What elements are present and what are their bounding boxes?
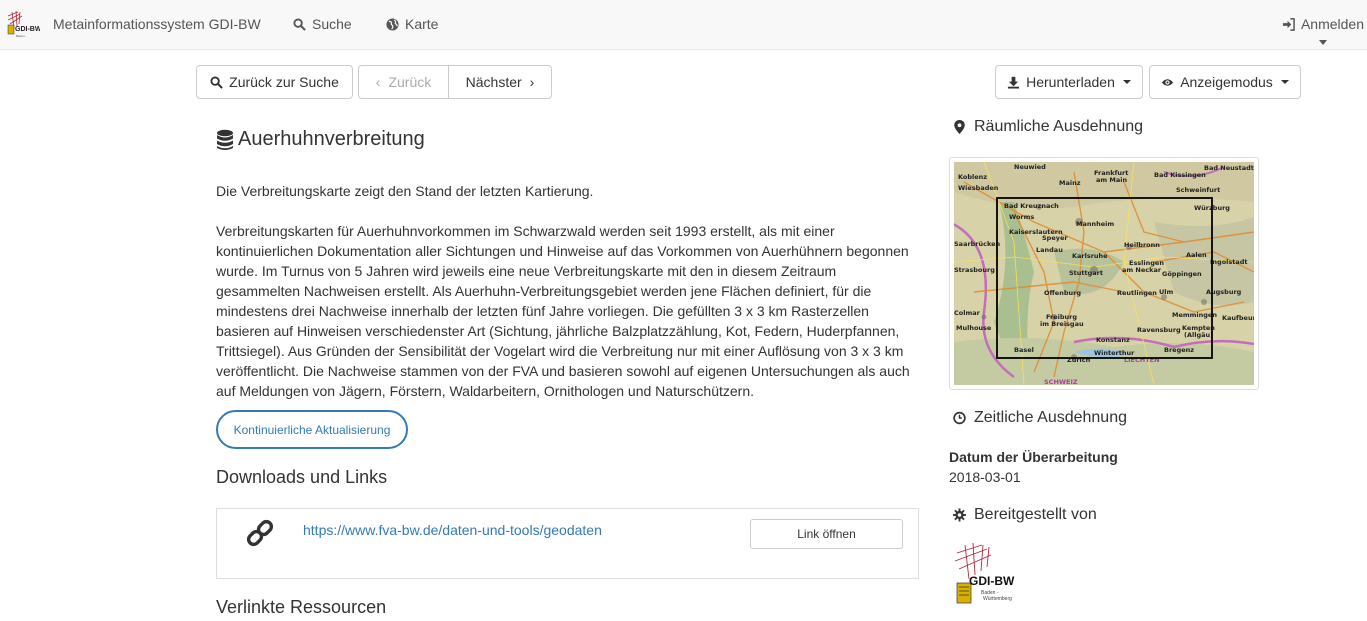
globe-icon [386,17,399,31]
search-icon [210,75,223,89]
svg-text:Konstanz: Konstanz [1096,336,1130,344]
svg-text:Colmar: Colmar [954,309,981,317]
display-mode-label: Anzeigemodus [1180,74,1273,90]
svg-text:Strasbourg: Strasbourg [954,266,995,274]
clock-icon [953,411,966,425]
extent-map-image: Neuwied Koblenz Frankfurt am Main Wiesba… [954,162,1254,385]
pager-group: ‹ Zurück Nächster › [358,65,552,99]
svg-text:Koblenz: Koblenz [958,173,987,181]
svg-text:Ingolstadt: Ingolstadt [1210,258,1248,266]
download-link-url[interactable]: https://www.fva-bw.de/daten-und-tools/ge… [303,522,602,538]
svg-text:Landau: Landau [1036,246,1063,254]
svg-text:Basel: Basel [1014,346,1034,354]
caret-down-icon [1280,80,1289,84]
search-icon [293,17,306,31]
svg-text:Mainz: Mainz [1059,179,1081,187]
prev-record-button[interactable]: ‹ Zurück [359,66,449,98]
svg-text:GDI-BW: GDI-BW [969,574,1015,588]
svg-text:Göppingen: Göppingen [1162,270,1202,278]
download-label: Herunterladen [1026,74,1115,90]
provider-label: Bereitgestellt von [974,506,1097,523]
svg-text:Bad Kreuznach: Bad Kreuznach [1004,202,1059,210]
record-title: Auerhuhnverbreitung [238,128,425,150]
svg-text:am Main: am Main [1096,176,1128,184]
svg-text:Kaufbeuren: Kaufbeuren [1222,314,1254,322]
svg-text:SCHWEIZ: SCHWEIZ [1044,378,1078,385]
download-button[interactable]: Herunterladen [995,65,1143,99]
svg-text:Bregenz: Bregenz [1164,346,1194,354]
svg-text:Mannheim: Mannheim [1076,220,1114,228]
login-caret-icon[interactable] [1319,40,1327,45]
svg-text:im Breisgau: im Breisgau [1040,320,1084,328]
temporal-extent-label: Zeitliche Ausdehnung [974,409,1127,426]
display-mode-button[interactable]: Anzeigemodus [1149,65,1301,99]
database-icon [217,129,233,150]
svg-text:Worms: Worms [1009,213,1034,221]
revision-date-label: Datum der Überarbeitung [949,449,1118,465]
provider-heading: Bereitgestellt von [953,506,1097,524]
download-icon [1008,76,1020,89]
revision-date-value: 2018-03-01 [949,469,1021,485]
chevron-left-icon: ‹ [375,74,381,90]
next-label: Nächster [465,74,522,90]
spatial-extent-map[interactable]: Neuwied Koblenz Frankfurt am Main Wiesba… [949,157,1259,390]
record-description: Verbreitungskarten für Auerhuhnvorkommen… [216,223,910,399]
svg-text:Aalen: Aalen [1186,251,1207,259]
next-record-button[interactable]: Nächster › [449,66,551,98]
nav-login[interactable]: Anmelden [1282,16,1364,32]
svg-text:Memmingen: Memmingen [1172,311,1217,319]
spatial-extent-label: Räumliche Ausdehnung [974,118,1144,135]
map-marker-icon [954,120,965,134]
provider-logo[interactable]: GDI-BW Baden - Württemberg [947,543,1029,609]
gdi-bw-logo[interactable]: GDI-BW Baden- [4,10,40,42]
svg-text:Heilbronn: Heilbronn [1124,241,1160,249]
svg-text:Offenburg: Offenburg [1044,289,1081,297]
gear-icon [953,508,966,522]
eye-icon [1162,78,1174,86]
navbar: GDI-BW Baden- Metainformationssystem GDI… [0,0,1367,50]
linked-resources-heading: Verlinkte Ressourcen [216,597,387,617]
svg-text:Reutlingen: Reutlingen [1117,289,1157,297]
svg-text:Bad Kissingen: Bad Kissingen [1154,171,1206,179]
svg-text:Karlsruhe: Karlsruhe [1072,252,1108,260]
nav-map[interactable]: Karte [386,16,438,32]
nav-map-label: Karte [405,16,439,32]
svg-text:am Neckar: am Neckar [1122,266,1162,274]
nav-login-label: Anmelden [1300,16,1364,32]
update-frequency-badge[interactable]: Kontinuierliche Aktualisierung [216,410,408,449]
chevron-right-icon: › [529,74,535,90]
nav-search-label: Suche [312,16,352,32]
brand-title[interactable]: Metainformationssystem GDI-BW [53,16,261,32]
temporal-extent-heading: Zeitliche Ausdehnung [953,409,1127,427]
svg-text:Schweinfurt: Schweinfurt [1176,186,1220,194]
svg-text:Saarbrücken: Saarbrücken [954,240,1001,248]
downloads-heading: Downloads und Links [216,467,388,487]
caret-down-icon [1122,80,1131,84]
svg-text:Wiesbaden: Wiesbaden [958,184,999,192]
svg-text:Ravensburg: Ravensburg [1137,326,1181,334]
svg-text:Stuttgart: Stuttgart [1069,269,1103,277]
back-to-search-label: Zurück zur Suche [229,74,339,90]
page-title: Auerhuhnverbreitung [216,128,425,151]
open-link-button[interactable]: Link öffnen [750,519,903,549]
back-to-search-button[interactable]: Zurück zur Suche [196,65,353,99]
svg-text:Bad Neustadt: Bad Neustadt [1204,164,1254,172]
svg-text:Württemberg: Württemberg [983,596,1012,602]
sign-in-icon [1282,17,1295,31]
download-link-item: https://www.fva-bw.de/daten-und-tools/ge… [216,508,919,579]
svg-text:Neuwied: Neuwied [1014,163,1046,171]
svg-text:(Allgäu): (Allgäu) [1184,331,1213,339]
svg-text:Baden-: Baden- [16,34,26,38]
svg-text:Mulhouse: Mulhouse [956,324,992,332]
svg-text:Speyer: Speyer [1042,234,1068,242]
link-chain-icon [246,519,274,547]
prev-label: Zurück [388,74,432,90]
svg-text:GDI-BW: GDI-BW [15,26,40,33]
record-summary: Die Verbreitungskarte zeigt den Stand de… [216,183,594,199]
spatial-extent-heading: Räumliche Ausdehnung [953,118,1143,136]
nav-search[interactable]: Suche [293,16,352,32]
svg-text:Ulm: Ulm [1159,288,1174,296]
